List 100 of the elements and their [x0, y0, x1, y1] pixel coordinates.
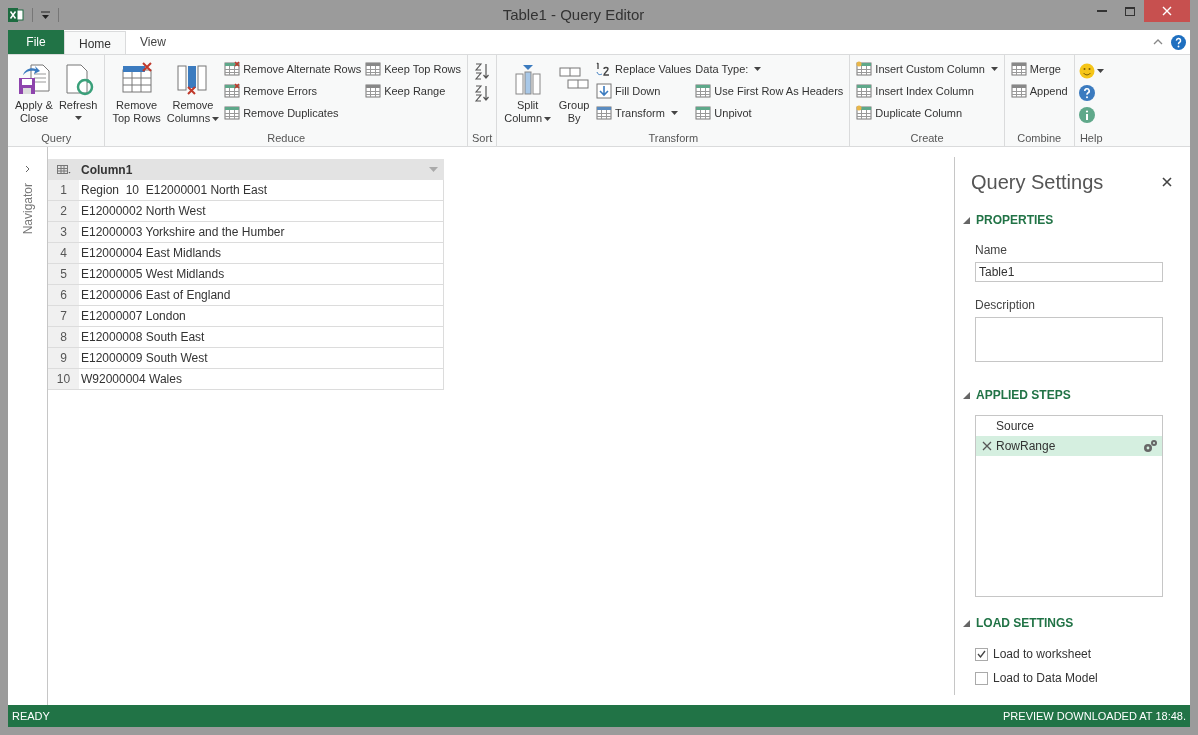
ribbon-button[interactable]: Replace Values [594, 58, 694, 80]
status-text: PREVIEW DOWNLOADED AT 18:48. [1003, 708, 1186, 724]
group-label: Help [1079, 132, 1103, 145]
table-icon [224, 61, 241, 77]
group-label: Query [41, 132, 72, 145]
table-icon [365, 61, 382, 77]
table-icon [365, 83, 382, 99]
ribbon-button[interactable]: Remove Errors [222, 80, 364, 102]
row-number: 10 [48, 369, 79, 389]
fill-down-icon [596, 83, 613, 99]
row-number: 6 [48, 285, 79, 305]
close-icon[interactable] [1162, 177, 1172, 187]
window-title: Table1 - Query Editor [502, 4, 645, 25]
table-cell: Region 10 E12000001 North East [79, 180, 444, 200]
checkbox[interactable] [975, 671, 988, 685]
ribbon-tab[interactable]: View [126, 30, 180, 54]
table-cell: E12000003 Yorkshire and the Humber [79, 222, 444, 242]
minimize-icon [1097, 10, 1107, 12]
delete-icon[interactable] [982, 441, 992, 451]
row-number: 1 [48, 180, 79, 200]
ribbon-button[interactable]: Use First Row As Headers [693, 80, 846, 102]
table-icon [695, 83, 712, 99]
table-icon [596, 105, 613, 121]
table-icon [856, 105, 873, 121]
ribbon-button[interactable]: Remove Top Rows [109, 58, 164, 125]
ribbon-button[interactable]: Unpivot [693, 102, 846, 124]
table-cell: E12000005 West Midlands [79, 264, 444, 284]
name-field[interactable]: Table1 [975, 262, 1163, 282]
group-label: Combine [1017, 132, 1062, 145]
row-number: 8 [48, 327, 79, 347]
step-item[interactable]: Source [976, 416, 1162, 436]
checkbox[interactable] [975, 647, 988, 661]
ribbon-button[interactable]: Merge [1008, 58, 1070, 80]
ribbon-button[interactable]: Group By [554, 58, 595, 125]
save-icon [16, 62, 51, 96]
maximize-icon [1125, 6, 1135, 16]
ribbon-button[interactable]: Remove Duplicates [222, 102, 364, 124]
row-number: 9 [48, 348, 79, 368]
table-icon [856, 61, 873, 77]
row-number: 4 [48, 243, 79, 263]
row-number: 5 [48, 264, 79, 284]
gear-icon[interactable] [1142, 439, 1158, 453]
excel-icon[interactable] [8, 7, 24, 23]
ribbon-button[interactable]: Insert Custom Column [854, 58, 1000, 80]
section-heading: APPLIED STEPS [976, 387, 1071, 404]
table-cell: E12000002 North West [79, 201, 444, 221]
group-label: Sort [472, 132, 493, 145]
quick-access-menu-icon[interactable] [41, 11, 50, 19]
checkbox-option[interactable]: Load to Data Model [975, 669, 1176, 687]
table-icon [695, 105, 712, 121]
group-label: Reduce [267, 132, 306, 145]
table-cell: E12000004 East Midlands [79, 243, 444, 263]
ribbon-button[interactable]: Remove Alternate Rows [222, 58, 364, 80]
ribbon-button[interactable]: Remove Columns [163, 58, 223, 125]
help-icon[interactable] [1171, 34, 1186, 50]
step-item[interactable]: RowRange [976, 436, 1162, 456]
caret-icon [990, 67, 998, 71]
table-cell: W92000004 Wales [79, 369, 444, 389]
table-cell: E12000006 East of England [79, 285, 444, 305]
ribbon-tab[interactable]: File [8, 30, 64, 54]
collapse-icon[interactable] [963, 216, 970, 224]
ribbon-button[interactable]: Fill Down [594, 80, 694, 102]
table-menu-icon[interactable] [56, 164, 71, 175]
navigator-label[interactable]: Navigator [18, 183, 37, 235]
collapse-icon[interactable] [963, 619, 970, 627]
table-cell: E12000009 South West [79, 348, 444, 368]
ribbon-button[interactable]: Keep Top Rows [363, 58, 463, 80]
remove-rows-icon [119, 62, 154, 96]
ribbon-button[interactable]: Split Column [501, 58, 555, 125]
row-number: 7 [48, 306, 79, 326]
ribbon-button[interactable]: Apply & Close [12, 58, 56, 125]
pane-title: Query Settings [971, 170, 1104, 195]
field-label: Name [975, 242, 1008, 259]
close-icon [1162, 6, 1172, 16]
collapse-icon[interactable] [963, 391, 970, 399]
collapse-ribbon-icon[interactable] [1153, 39, 1163, 45]
chevron-icon[interactable] [25, 165, 30, 173]
section-heading: LOAD SETTINGS [976, 615, 1074, 632]
ribbon-button[interactable]: Append [1008, 80, 1070, 102]
caret-icon [74, 116, 82, 120]
description-field[interactable] [975, 317, 1163, 362]
row-number: 3 [48, 222, 79, 242]
ribbon-button[interactable]: Refresh [55, 58, 101, 120]
ribbon-button[interactable]: Data Type: [693, 58, 846, 80]
section-heading: PROPERTIES [976, 212, 1054, 229]
caret-icon [1096, 69, 1104, 73]
group-label: Create [910, 132, 944, 145]
row-number: 2 [48, 201, 79, 221]
group-label: Transform [648, 132, 699, 145]
checkbox-option[interactable]: Load to worksheet [975, 645, 1176, 663]
status-text: READY [12, 708, 50, 724]
ribbon-button[interactable]: Duplicate Column [854, 102, 1000, 124]
caret-icon [670, 111, 678, 115]
ribbon-button[interactable]: Transform [594, 102, 694, 124]
ribbon-button[interactable]: Insert Index Column [854, 80, 1000, 102]
ribbon-tab[interactable]: Home [64, 31, 126, 55]
caret-icon [212, 116, 220, 121]
table-cell: E12000007 London [79, 306, 444, 326]
caret-icon [754, 67, 762, 71]
ribbon-button[interactable]: Keep Range [363, 80, 463, 102]
